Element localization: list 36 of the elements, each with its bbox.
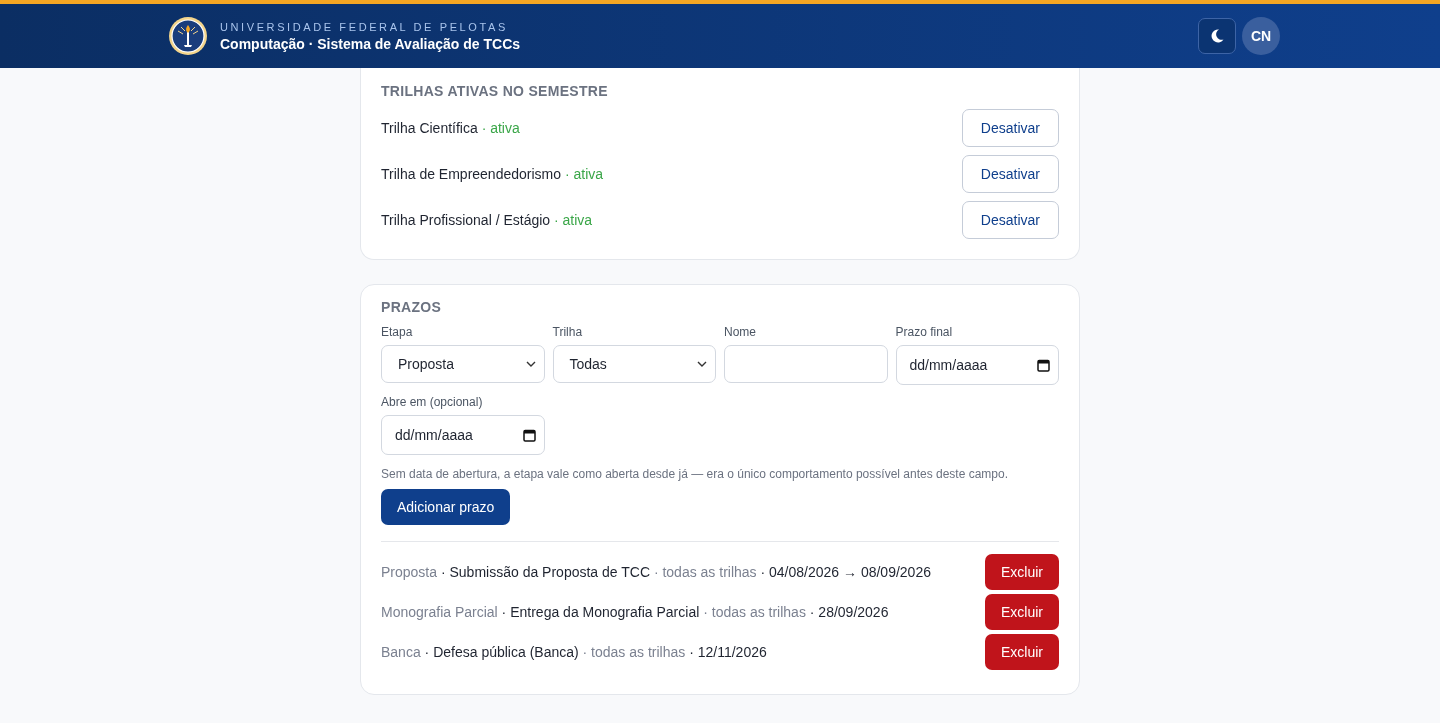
field-label: Etapa xyxy=(381,325,414,339)
deadline-text: Banca · Defesa pública (Banca) · todas as trilhas · 12/11/2026 xyxy=(381,644,767,660)
track-name: Trilha Científica · ativa xyxy=(381,120,520,136)
chevron-down-icon xyxy=(525,360,536,368)
add-deadline-button[interactable]: Adicionar prazo xyxy=(381,489,511,525)
delete-button[interactable]: Excluir xyxy=(985,634,1059,670)
deadline-text: Monografia Parcial · Entrega da Monografia Parcial · todas as trilhas · 28/09/2026 xyxy=(381,604,889,620)
theme-toggle-button[interactable] xyxy=(1198,18,1236,54)
calendar-icon xyxy=(1037,358,1050,372)
date-field[interactable]: dd/mm/aaaa xyxy=(381,415,545,455)
institution-name: UNIVERSIDADE FEDERAL DE PELOTAS xyxy=(220,20,509,33)
app-title: Computação · Sistema de Avaliação de TCCs xyxy=(220,35,522,52)
deactivate-button[interactable]: Desativar xyxy=(961,109,1059,147)
hint-text: Sem data de abertura, a etapa vale como aberta desde já — era o único comportamento possível antes deste campo. xyxy=(381,467,1010,481)
delete-button[interactable]: Excluir xyxy=(985,594,1059,630)
deactivate-button[interactable]: Desativar xyxy=(961,155,1059,193)
track-name: Trilha Profissional / Estágio · ativa xyxy=(381,212,593,228)
delete-button[interactable]: Excluir xyxy=(985,554,1059,590)
field-label: Trilha xyxy=(552,325,584,339)
user-avatar[interactable]: CN xyxy=(1242,17,1280,55)
select-field[interactable]: Todas xyxy=(552,345,716,383)
input-field[interactable] xyxy=(724,345,888,383)
deadline-text: Proposta · Submissão da Proposta de TCC · todas as trilhas · 04/08/2026 → 08/09/2026 xyxy=(381,564,931,580)
date-field[interactable]: dd/mm/aaaa xyxy=(895,345,1059,385)
section-title: TRILHAS ATIVAS NO SEMESTRE xyxy=(381,83,609,99)
select-field[interactable]: Proposta xyxy=(381,345,545,383)
field-label: Prazo final xyxy=(895,325,954,339)
section-title: PRAZOS xyxy=(381,299,443,315)
moon-icon xyxy=(1209,28,1225,44)
torch-emblem-icon xyxy=(168,16,208,56)
chevron-down-icon xyxy=(697,360,707,368)
field-label: Nome xyxy=(724,325,757,339)
track-name: Trilha de Empreendedorismo · ativa xyxy=(381,166,604,182)
field-label: Abre em (opcional) xyxy=(381,395,484,409)
calendar-icon xyxy=(522,428,536,442)
deactivate-button[interactable]: Desativar xyxy=(961,201,1059,239)
